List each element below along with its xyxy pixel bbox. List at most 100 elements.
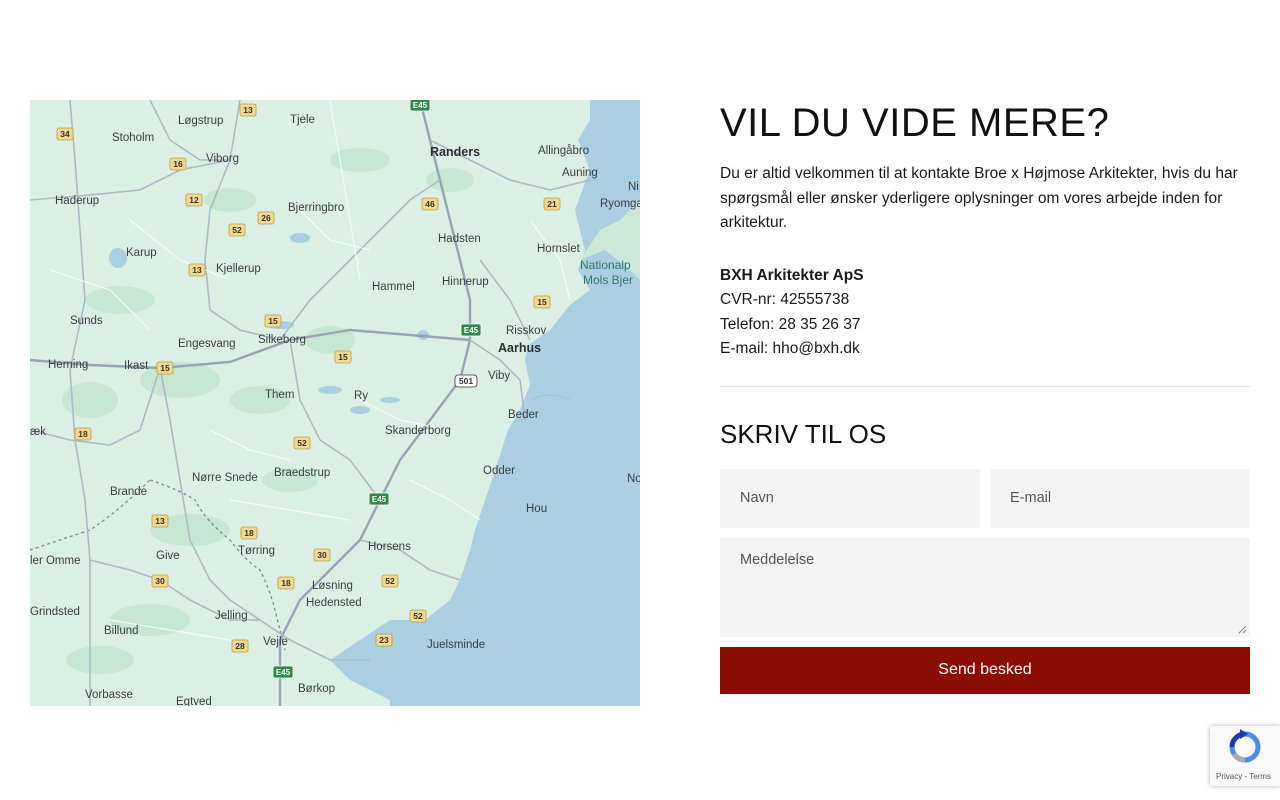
map-label-logstrup: Løgstrup (178, 115, 223, 127)
company-phone: Telefon: 28 35 26 37 (720, 315, 861, 333)
road-shield: 23 (375, 633, 393, 647)
svg-text:21: 21 (547, 199, 557, 209)
map-label-sunds: Sunds (70, 315, 103, 327)
message-textarea[interactable]: Meddelelse (720, 537, 1250, 637)
email-input[interactable]: E-mail (990, 468, 1250, 528)
svg-text:30: 30 (317, 550, 327, 560)
map-label-engesvang: Engesvang (178, 338, 236, 350)
map-label-aek: æk (30, 426, 46, 438)
road-shield: 26 (257, 211, 275, 225)
recaptcha-icon (1229, 729, 1261, 763)
road-shield: 52 (381, 574, 399, 588)
svg-text:501: 501 (459, 376, 473, 386)
svg-text:18: 18 (281, 578, 291, 588)
resize-grip-icon[interactable] (1238, 625, 1247, 634)
svg-text:13: 13 (243, 105, 253, 115)
send-button[interactable]: Send besked (720, 646, 1250, 694)
form-title: SKRIV TIL OS (720, 418, 887, 449)
map-label-ry: Ry (354, 390, 368, 402)
name-input[interactable]: Navn (720, 468, 980, 528)
svg-text:12: 12 (189, 195, 199, 205)
map-label-mols-bjer: Mols Bjer (583, 273, 633, 287)
road-shield: 15 (533, 295, 551, 309)
map-label-grindsted: Grindsted (30, 606, 80, 618)
svg-text:E45: E45 (372, 495, 387, 504)
svg-text:28: 28 (235, 641, 245, 651)
road-shield: 15 (334, 350, 352, 364)
map-label-hinnerup: Hinnerup (442, 276, 489, 288)
road-shield: 12 (185, 193, 203, 207)
road-shield: 18 (240, 526, 258, 540)
svg-text:15: 15 (338, 352, 348, 362)
map-label-losning: Løsning (312, 580, 353, 592)
company-details: BXH Arkitekter ApS CVR-nr: 42555738 Tele… (720, 264, 1250, 362)
road-shield: 18 (74, 427, 92, 441)
road-shield: 15 (156, 361, 174, 375)
email-placeholder: E-mail (1010, 490, 1052, 506)
svg-text:23: 23 (379, 635, 389, 645)
svg-text:16: 16 (173, 159, 183, 169)
map-label-viby: Viby (488, 370, 510, 382)
euro-road-shield: E45 (460, 323, 482, 337)
road-shield: 13 (239, 103, 257, 117)
map-label-randers: Randers (430, 145, 480, 159)
map-label-borkop: Børkop (298, 683, 335, 695)
company-name: BXH Arkitekter ApS (720, 266, 864, 284)
map-label-jelling: Jelling (215, 610, 248, 622)
map-label-brande: Brande (110, 486, 147, 498)
road-shield: 52 (228, 223, 246, 237)
road-shield: 13 (188, 263, 206, 277)
map-label-horsens: Horsens (368, 541, 411, 553)
map-label-braedstrup: Braedstrup (274, 467, 330, 479)
map-label-beder: Beder (508, 409, 539, 421)
map-label-juelsminde: Juelsminde (427, 639, 485, 651)
map-label-hadsten: Hadsten (438, 233, 481, 245)
map-label-them: Them (265, 389, 294, 401)
svg-text:34: 34 (60, 129, 70, 139)
svg-text:18: 18 (244, 528, 254, 538)
name-placeholder: Navn (740, 490, 774, 506)
svg-text:13: 13 (155, 516, 165, 526)
road-shield: 18 (277, 576, 295, 590)
map-label-kjellerup: Kjellerup (216, 263, 261, 275)
svg-text:46: 46 (425, 199, 435, 209)
map-label-risskov: Risskov (506, 325, 547, 337)
svg-text:18: 18 (78, 429, 88, 439)
map-label-aarhus: Aarhus (498, 341, 541, 355)
road-shield: 16 (169, 157, 187, 171)
map-label-bjerringbro: Bjerringbro (288, 202, 344, 214)
svg-text:52: 52 (232, 225, 242, 235)
svg-text:13: 13 (192, 265, 202, 275)
road-shield: 30 (313, 548, 331, 562)
map-label-egtved: Egtved (176, 696, 212, 706)
map-embed[interactable]: Løgstrup Tjele Stoholm Viborg Randers Al… (30, 100, 640, 706)
road-shield: 46 (421, 197, 439, 211)
message-placeholder: Meddelelse (740, 551, 815, 568)
map-label-allingabro: Allingåbro (538, 145, 589, 157)
recaptcha-links[interactable]: Privacy - Terms (1216, 772, 1271, 781)
svg-text:26: 26 (261, 213, 271, 223)
road-shield: 21 (543, 197, 561, 211)
map-label-tjele: Tjele (290, 114, 315, 126)
map-label-auning: Auning (562, 167, 598, 179)
map-label-hammel: Hammel (372, 281, 415, 293)
company-cvr: CVR-nr: 42555738 (720, 291, 850, 308)
map-label-hornslet: Hornslet (537, 243, 581, 255)
svg-text:15: 15 (160, 363, 170, 373)
recaptcha-badge[interactable]: Privacy - Terms (1210, 726, 1280, 786)
map-label-ni: Ni (628, 181, 639, 193)
map-label-billund: Billund (104, 625, 139, 637)
road-shield: 52 (409, 609, 427, 623)
map-label-vejle: Vejle (263, 636, 288, 648)
svg-text:E45: E45 (464, 326, 479, 335)
contact-title: VIL DU VIDE MERE? (720, 101, 1110, 145)
map-label-hedensted: Hedensted (306, 597, 362, 609)
map-label-ler-omme: ler Omme (30, 555, 80, 567)
company-email: E-mail: hho@bxh.dk (720, 340, 860, 357)
svg-text:52: 52 (385, 576, 395, 586)
road-shield: 34 (56, 127, 74, 141)
map-label-odder: Odder (483, 465, 515, 477)
map-label-viborg: Viborg (206, 153, 239, 165)
map-label-give: Give (156, 550, 180, 562)
form-row: Navn E-mail (720, 468, 1250, 528)
